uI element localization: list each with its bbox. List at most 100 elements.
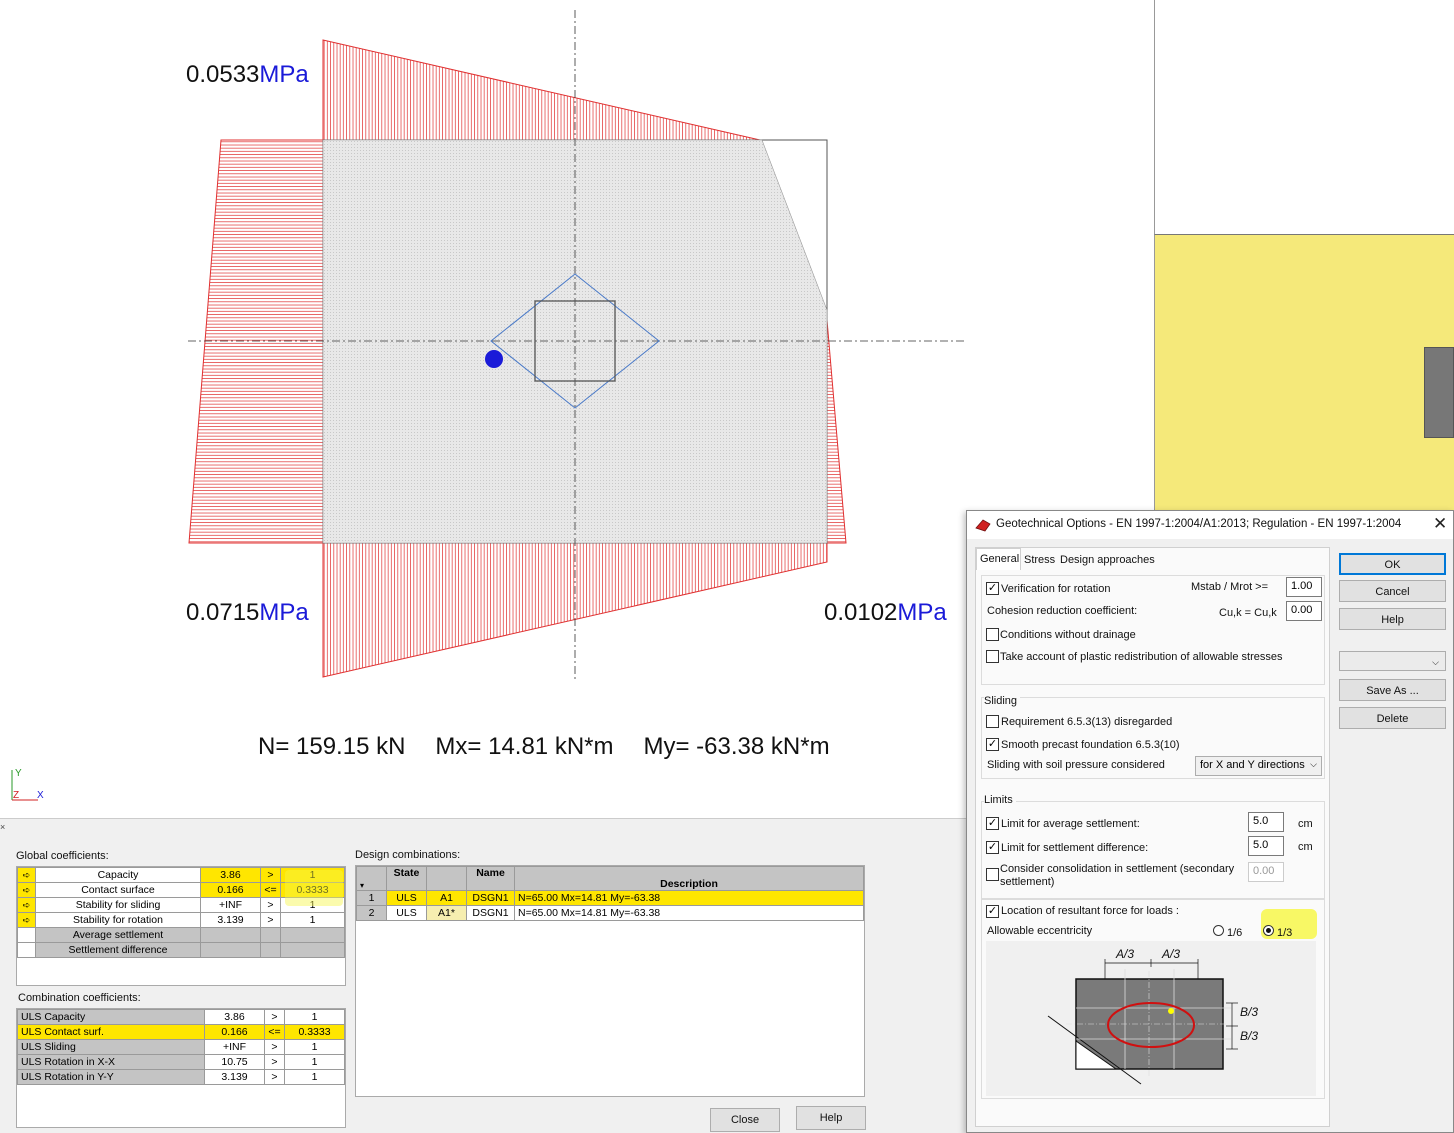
table-row[interactable]: ULS Rotation in Y-Y 3.139 >1 bbox=[17, 1069, 345, 1085]
comb-limit: 0.3333 bbox=[284, 1024, 345, 1040]
fig-a3-left: A/3 bbox=[1116, 947, 1135, 961]
tab-design-approaches[interactable]: Design approaches bbox=[1060, 554, 1155, 566]
comb-operator: > bbox=[264, 1054, 285, 1070]
side-view-panel bbox=[1154, 234, 1454, 524]
coef-label: Capacity bbox=[35, 867, 201, 883]
comb-limit: 1 bbox=[284, 1009, 345, 1025]
sliding-direction-select[interactable]: for X and Y directions ⌵ bbox=[1195, 756, 1322, 776]
limits-title: Limits bbox=[984, 794, 1016, 806]
application-window: 0.0533MPa 0.0715MPa 0.0102MPa N= 159.15 … bbox=[0, 0, 1454, 1133]
comb-operator: > bbox=[264, 1039, 285, 1055]
table-row[interactable]: ULS Rotation in X-X 10.75 >1 bbox=[17, 1054, 345, 1070]
tab-stress[interactable]: Stress bbox=[1024, 554, 1055, 566]
arrow-icon: ➪ bbox=[17, 897, 36, 913]
moment-mx: Mx= 14.81 kN*m bbox=[435, 733, 614, 760]
profile-select[interactable]: ⌵ bbox=[1339, 651, 1446, 671]
forces-readout: N= 159.15 kN Mx= 14.81 kN*m My= -63.38 kN*… bbox=[258, 733, 860, 761]
coef-limit: 1 bbox=[280, 867, 345, 883]
delete-button[interactable]: Delete bbox=[1339, 707, 1446, 729]
comb-limit: 1 bbox=[284, 1039, 345, 1055]
comb-value: 3.139 bbox=[204, 1069, 265, 1085]
header-state: State bbox=[386, 866, 427, 891]
table-row[interactable]: ➪ Stability for rotation 3.139 >1 bbox=[17, 912, 345, 928]
req-disregarded-label: Requirement 6.5.3(13) disregarded bbox=[1001, 716, 1173, 728]
row-number: 2 bbox=[356, 905, 387, 921]
verification-rotation-checkbox[interactable]: ✓ bbox=[986, 582, 999, 595]
ecc-1-6-radio[interactable] bbox=[1213, 925, 1224, 936]
plastic-checkbox[interactable] bbox=[986, 650, 999, 663]
dialog-help-button[interactable]: Help bbox=[1339, 608, 1446, 630]
coef-operator: > bbox=[260, 867, 281, 883]
coef-operator: > bbox=[260, 897, 281, 913]
close-button[interactable]: Close bbox=[710, 1108, 780, 1132]
mstab-input[interactable]: 1.00 bbox=[1286, 577, 1322, 597]
comb-operator: > bbox=[264, 1069, 285, 1085]
coef-value: 3.86 bbox=[200, 867, 261, 883]
moment-my: My= -63.38 kN*m bbox=[643, 733, 830, 760]
coef-label: Contact surface bbox=[35, 882, 201, 898]
close-icon[interactable]: ✕ bbox=[1433, 514, 1447, 534]
coef-operator bbox=[260, 942, 281, 958]
table-row[interactable]: ➪ Stability for sliding +INF >1 bbox=[17, 897, 345, 913]
coef-limit: 0.3333 bbox=[280, 882, 345, 898]
help-button[interactable]: Help bbox=[796, 1106, 866, 1130]
req-disregarded-checkbox[interactable] bbox=[986, 715, 999, 728]
design-combinations-box: ▾ State Name Description 1 ULS A1 DSGN1 N=65.00 … bbox=[355, 865, 865, 1097]
limit-diff-unit: cm bbox=[1298, 841, 1313, 853]
cohesion-label: Cohesion reduction coefficient: bbox=[987, 605, 1138, 617]
stress-label-top: 0.0533MPa bbox=[186, 61, 309, 88]
combination-coefficients-box: ULS Capacity 3.86 >1 ULS Contact surf. 0.166… bbox=[16, 1008, 346, 1128]
table-row[interactable]: Settlement difference bbox=[17, 942, 345, 958]
stress-diagram-left bbox=[188, 139, 324, 544]
header-description: Description bbox=[514, 866, 864, 891]
global-coefficients-table: ➪ Capacity 3.86 >1 ➪ Contact surface 0.166 <= 0.… bbox=[17, 867, 345, 958]
arrow-icon: ➪ bbox=[17, 867, 36, 883]
cu-label: Cu,k = Cu,k bbox=[1219, 607, 1277, 619]
app-icon bbox=[975, 519, 991, 532]
global-coefficients-box: ➪ Capacity 3.86 >1 ➪ Contact surface 0.166 <= 0.… bbox=[16, 866, 346, 986]
table-row[interactable]: ULS Capacity 3.86 >1 bbox=[17, 1009, 345, 1025]
ok-button[interactable]: OK bbox=[1339, 553, 1446, 575]
panel-close-icon[interactable]: × bbox=[0, 822, 8, 834]
side-view-blank bbox=[1154, 0, 1454, 234]
smooth-precast-label: Smooth precast foundation 6.5.3(10) bbox=[1001, 739, 1180, 751]
design-combinations-title: Design combinations: bbox=[355, 849, 461, 861]
table-row[interactable]: 1 ULS A1 DSGN1 N=65.00 Mx=14.81 My=-63.38 bbox=[356, 890, 864, 906]
cu-input[interactable]: 0.00 bbox=[1286, 601, 1322, 621]
cancel-button[interactable]: Cancel bbox=[1339, 580, 1446, 602]
consolidation-input[interactable]: 0.00 bbox=[1248, 862, 1284, 882]
eccentricity-figure bbox=[986, 941, 1316, 1096]
row-name: DSGN1 bbox=[466, 905, 515, 921]
arrow-icon: ➪ bbox=[17, 912, 36, 928]
coef-value: +INF bbox=[200, 897, 261, 913]
table-row[interactable]: ➪ Capacity 3.86 >1 bbox=[17, 867, 345, 883]
save-as-button[interactable]: Save As ... bbox=[1339, 679, 1446, 701]
table-row[interactable]: Average settlement bbox=[17, 927, 345, 943]
side-view-column bbox=[1424, 347, 1454, 438]
table-row[interactable]: ULS Sliding +INF >1 bbox=[17, 1039, 345, 1055]
coef-limit: 1 bbox=[280, 912, 345, 928]
fig-b3-bottom: B/3 bbox=[1240, 1029, 1259, 1043]
arrow-icon bbox=[17, 942, 36, 958]
stress-diagram-top bbox=[322, 39, 761, 141]
consolidation-checkbox[interactable] bbox=[986, 868, 999, 881]
ecc-1-3-radio[interactable] bbox=[1263, 925, 1274, 936]
smooth-precast-checkbox[interactable]: ✓ bbox=[986, 738, 999, 751]
coef-value: 0.166 bbox=[200, 882, 261, 898]
plastic-label: Take account of plastic redistribution o… bbox=[1000, 651, 1283, 663]
limit-avg-label: Limit for average settlement: bbox=[1001, 818, 1140, 830]
row-state: ULS bbox=[386, 905, 427, 921]
location-resultant-checkbox[interactable]: ✓ bbox=[986, 905, 999, 918]
table-row[interactable]: ➪ Contact surface 0.166 <= 0.3333 bbox=[17, 882, 345, 898]
arrow-icon bbox=[17, 927, 36, 943]
dialog-title: Geotechnical Options - EN 1997-1:2004/A1… bbox=[996, 518, 1402, 530]
limit-diff-input[interactable]: 5.0 bbox=[1248, 836, 1284, 856]
limit-avg-input[interactable]: 5.0 bbox=[1248, 812, 1284, 832]
coef-operator: > bbox=[260, 912, 281, 928]
table-row[interactable]: ULS Contact surf. 0.166 <= 0.3333 bbox=[17, 1024, 345, 1040]
limit-avg-checkbox[interactable]: ✓ bbox=[986, 817, 999, 830]
combination-coefficients-table: ULS Capacity 3.86 >1 ULS Contact surf. 0.166… bbox=[17, 1009, 345, 1085]
no-drainage-checkbox[interactable] bbox=[986, 628, 999, 641]
limit-diff-checkbox[interactable]: ✓ bbox=[986, 841, 999, 854]
table-row[interactable]: 2 ULS A1* DSGN1 N=65.00 Mx=14.81 My=-63.38 bbox=[356, 905, 864, 921]
